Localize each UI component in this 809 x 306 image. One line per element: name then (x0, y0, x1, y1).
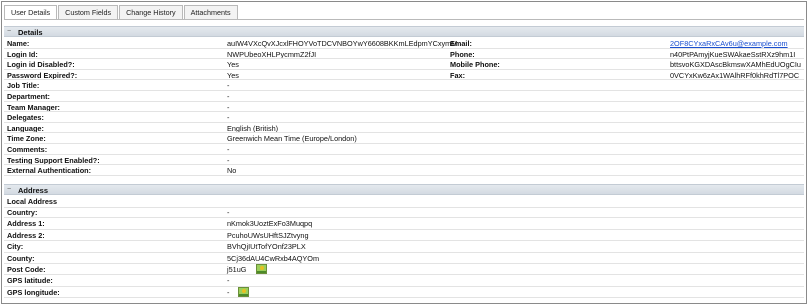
field-label: GPS longitude: (7, 287, 60, 297)
map-road-shape (257, 271, 266, 273)
address-section-title: Address (18, 186, 49, 195)
map-icon[interactable] (256, 264, 267, 274)
field-label: Email: (450, 39, 472, 48)
map-pin-shape (260, 266, 264, 270)
field-label: Address 1: (7, 219, 45, 229)
tab-bar: User Details Custom Fields Change Histor… (4, 5, 239, 19)
row-divider (4, 111, 804, 113)
row-divider (4, 90, 804, 91)
field-label: Post Code: (7, 265, 46, 274)
field-value: - (227, 276, 230, 286)
row-divider (4, 164, 804, 166)
field-value: BVhQjIUtTofYOnf23PLX (227, 242, 306, 252)
row-divider (4, 228, 804, 230)
row-divider (4, 207, 804, 208)
field-label: GPS latitude: (7, 276, 53, 286)
field-value: 5Cj36dAU4CwRxb4AQYOm (227, 253, 320, 263)
field-value: n40PtPAmyjKueSWAkaeSstRXz9hm1I (670, 49, 796, 59)
tab-divider (4, 19, 804, 20)
details-section-header[interactable]: − Details (4, 26, 804, 37)
field-value: PcuhoUWsUHftSJZtvyng (227, 230, 309, 240)
row-divider (4, 143, 804, 144)
map-icon[interactable] (237, 286, 249, 297)
field-value: nKmok3UoztExFo3Muqpq (227, 219, 313, 229)
field-value: 0VCYxKw6zAx1WAlhRFf0khRdTl7POC (670, 70, 800, 80)
row-divider (4, 132, 804, 134)
tab-user-details[interactable]: User Details (4, 5, 58, 19)
field-label: Mobile Phone: (450, 60, 500, 70)
row-divider (4, 121, 804, 123)
collapse-icon[interactable]: − (7, 186, 14, 193)
field-value: - (227, 208, 230, 217)
field-label: Phone: (450, 49, 475, 59)
row-divider (4, 153, 804, 155)
tab-custom-fields[interactable]: Custom Fields (58, 5, 119, 19)
field-label: Address 2: (7, 230, 45, 240)
field-value: - (227, 287, 230, 297)
local-address-heading: Local Address (7, 197, 58, 206)
field-label: County: (7, 253, 35, 263)
map-road-shape (238, 293, 248, 296)
field-label: City: (7, 242, 24, 252)
row-divider (4, 274, 804, 276)
row-divider (4, 240, 804, 242)
row-divider (4, 285, 804, 287)
user-details-panel: User Details Custom Fields Change Histor… (1, 1, 807, 304)
field-value: j51uG (227, 265, 247, 274)
row-divider (4, 217, 804, 219)
collapse-icon[interactable]: − (7, 28, 14, 35)
field-label: Fax: (450, 70, 466, 80)
map-pin-shape (241, 288, 246, 293)
email-link[interactable]: 2OF8CYxaRxCAv6u@example.com (670, 39, 788, 48)
address-section-header[interactable]: − Address (4, 184, 804, 195)
row-divider (4, 100, 804, 102)
row-divider (4, 174, 804, 176)
tab-change-history[interactable]: Change History (119, 5, 183, 19)
tab-attachments[interactable]: Attachments (183, 5, 238, 19)
row-divider (4, 263, 804, 264)
field-value: bttsvoKGXDAscBkmswXAMhEdUOgCIu (670, 60, 801, 70)
row-divider (4, 251, 804, 253)
row-divider (4, 297, 804, 299)
details-section-title: Details (18, 28, 43, 37)
field-label: Country: (7, 208, 38, 217)
